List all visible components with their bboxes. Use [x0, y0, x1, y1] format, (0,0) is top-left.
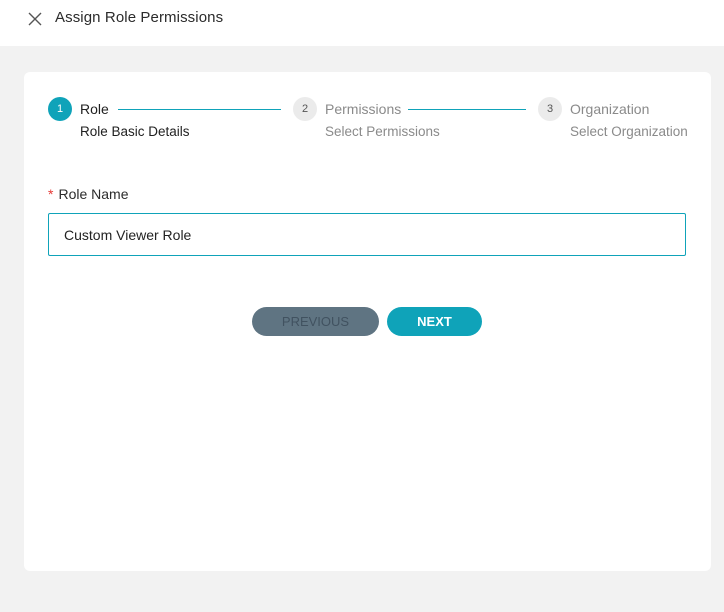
close-icon — [28, 12, 42, 26]
step-1-subtitle: Role Basic Details — [80, 124, 190, 139]
dialog-header: Assign Role Permissions — [0, 0, 724, 46]
step-3-title[interactable]: Organization — [570, 101, 649, 117]
step-2-title[interactable]: Permissions — [325, 101, 401, 117]
step-1-number[interactable]: 1 — [48, 97, 72, 121]
step-3-number[interactable]: 3 — [538, 97, 562, 121]
step-connector-1 — [118, 109, 281, 110]
step-2-subtitle: Select Permissions — [325, 124, 440, 139]
dialog-title: Assign Role Permissions — [55, 9, 224, 26]
step-connector-2 — [408, 109, 526, 110]
previous-button[interactable]: PREVIOUS — [252, 307, 379, 336]
step-1-title[interactable]: Role — [80, 101, 109, 117]
role-name-label: * Role Name — [48, 186, 128, 202]
role-name-label-text: Role Name — [58, 186, 129, 202]
step-3-subtitle: Select Organization — [570, 124, 688, 139]
step-2-number[interactable]: 2 — [293, 97, 317, 121]
required-mark: * — [48, 186, 54, 202]
next-button[interactable]: NEXT — [387, 307, 482, 336]
wizard-card: 1 Role Role Basic Details 2 Permissions … — [24, 72, 711, 571]
role-name-input[interactable] — [48, 213, 686, 256]
close-button[interactable] — [26, 10, 44, 28]
